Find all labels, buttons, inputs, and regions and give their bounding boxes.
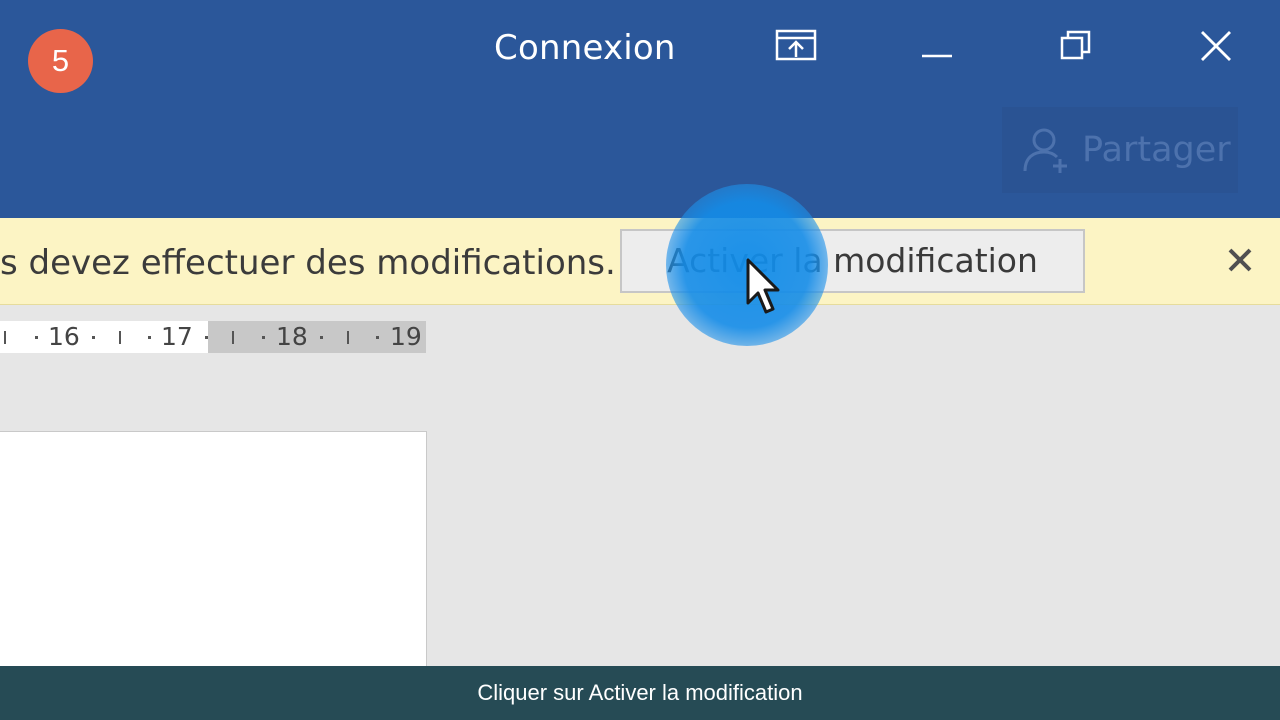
- ruler-label: 19: [390, 322, 422, 351]
- ruler-label: 17: [161, 322, 193, 351]
- share-button-label: Partager: [1082, 130, 1231, 170]
- share-button[interactable]: Partager: [1002, 107, 1238, 193]
- instruction-caption: Cliquer sur Activer la modification: [0, 666, 1280, 720]
- message-bar-text: s devez effectuer des modifications.: [0, 243, 616, 283]
- restore-icon: [1060, 30, 1091, 60]
- ruler-tick: [262, 336, 265, 339]
- window-close-button[interactable]: [1186, 20, 1246, 72]
- ruler-label: 16: [48, 322, 80, 351]
- restore-button[interactable]: [1046, 20, 1106, 72]
- ruler-tick: [376, 336, 379, 339]
- minimize-icon: [922, 54, 952, 58]
- close-icon: [1201, 31, 1231, 61]
- ruler-label: 18: [276, 322, 308, 351]
- ribbon-display-icon: [775, 29, 817, 61]
- ruler-tick: [92, 336, 95, 339]
- ruler-tick: [148, 336, 151, 339]
- ruler-tick: [205, 336, 208, 339]
- ruler-tick: [35, 336, 38, 339]
- sign-in-link[interactable]: Connexion: [494, 26, 676, 70]
- message-bar-close-button[interactable]: [1220, 240, 1260, 280]
- ribbon-display-options-button[interactable]: [766, 20, 826, 72]
- close-x-icon: [1228, 248, 1252, 272]
- ruler-tick: [347, 331, 349, 344]
- ruler-tick: [320, 336, 323, 339]
- step-number-badge: 5: [28, 29, 93, 93]
- ruler-tick: [119, 331, 121, 344]
- minimize-button[interactable]: [907, 20, 967, 72]
- add-person-icon: [1023, 128, 1067, 173]
- document-page[interactable]: [0, 431, 427, 691]
- ruler-tick: [232, 331, 234, 344]
- enable-editing-button[interactable]: Activer la modification: [620, 229, 1085, 293]
- ruler-tick: [4, 331, 6, 344]
